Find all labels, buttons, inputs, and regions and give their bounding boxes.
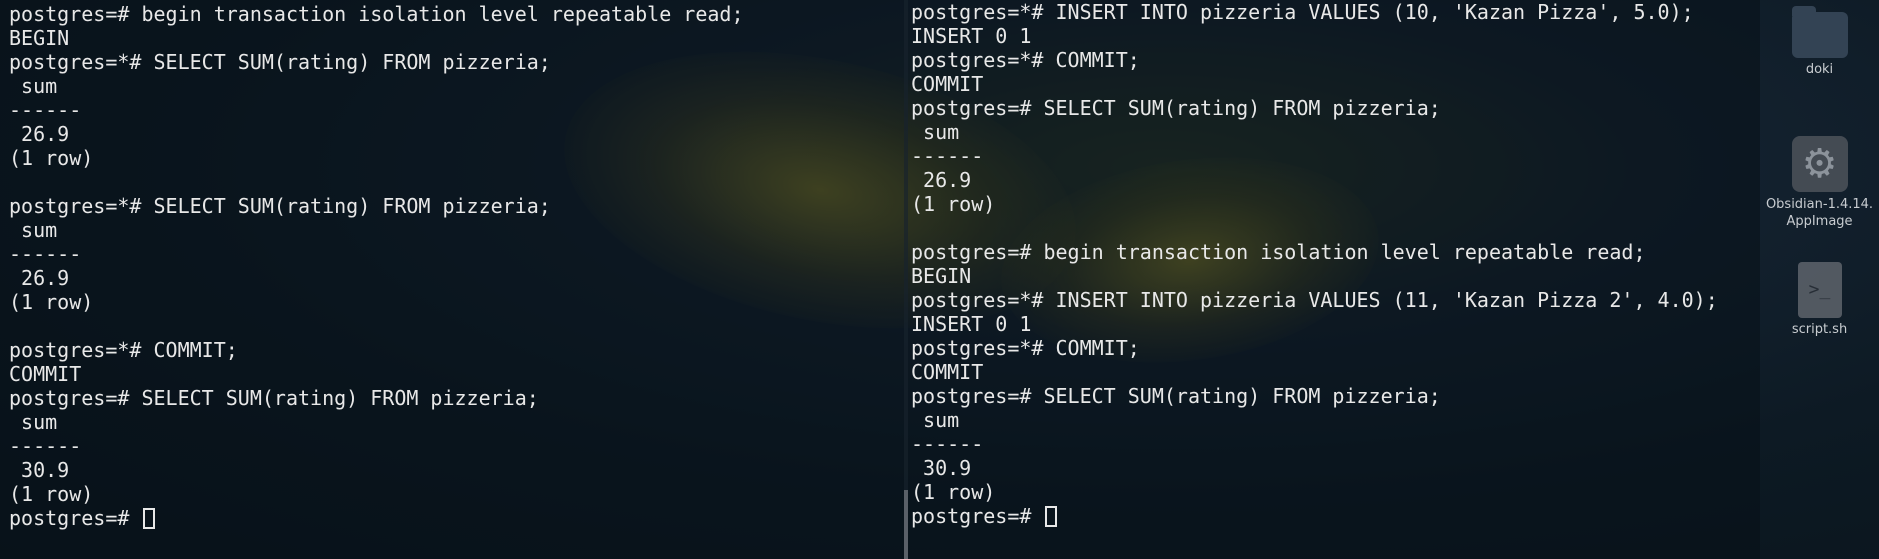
terminal-cursor-left [143, 508, 156, 529]
terminal-line: COMMIT [911, 360, 984, 384]
terminal-line: sum [9, 218, 58, 242]
terminal-line: (1 row) [9, 146, 94, 170]
script-file-icon: >_ [1797, 262, 1842, 318]
desktop-icon-label: script.sh [1791, 322, 1848, 337]
terminal-line: sum [911, 408, 960, 432]
terminal-line: postgres=# begin transaction isolation l… [9, 2, 744, 26]
terminal-pane-right[interactable]: postgres=*# INSERT INTO pizzeria VALUES … [908, 0, 1760, 559]
terminal-line: ------ [911, 432, 984, 456]
terminal-line: 30.9 [911, 456, 972, 480]
terminal-line: ------ [9, 98, 82, 122]
terminal-line: 30.9 [9, 458, 70, 482]
terminal-line: COMMIT [9, 362, 82, 386]
terminal-line: postgres=# SELECT SUM(rating) FROM pizze… [911, 96, 1441, 120]
desktop-icon-obsidian[interactable]: ⚙ Obsidian-1.4.14. AppImage [1760, 136, 1879, 230]
terminal-line: postgres=*# INSERT INTO pizzeria VALUES … [911, 288, 1718, 312]
terminal-line: postgres=# SELECT SUM(rating) FROM pizze… [911, 384, 1441, 408]
terminal-output-right: postgres=*# INSERT INTO pizzeria VALUES … [908, 0, 1760, 528]
terminal-line: sum [9, 74, 58, 98]
terminal-line: postgres=*# SELECT SUM(rating) FROM pizz… [9, 194, 551, 218]
terminal-line: BEGIN [9, 26, 70, 50]
terminal-line: ------ [9, 434, 82, 458]
terminal-line: (1 row) [9, 290, 94, 314]
terminal-line: INSERT 0 1 [911, 312, 1032, 336]
terminal-line: postgres=*# INSERT INTO pizzeria VALUES … [911, 0, 1694, 24]
terminal-pane-left[interactable]: postgres=# begin transaction isolation l… [0, 0, 904, 559]
terminal-line: sum [9, 410, 58, 434]
terminal-line: 26.9 [9, 266, 70, 290]
desktop-icon-label: Obsidian-1.4.14. AppImage [1765, 197, 1874, 229]
desktop-icon-doki[interactable]: doki [1760, 6, 1879, 77]
desktop-icon-script[interactable]: >_ script.sh [1760, 262, 1879, 337]
terminal-line: sum [911, 120, 960, 144]
terminal-line: (1 row) [9, 482, 94, 506]
terminal-line: INSERT 0 1 [911, 24, 1032, 48]
desktop-icons: doki ⚙ Obsidian-1.4.14. AppImage >_ scri… [1760, 0, 1879, 559]
desktop-icon-label: doki [1805, 62, 1834, 77]
terminal-line: ------ [911, 144, 984, 168]
terminal-line: 26.9 [9, 122, 70, 146]
terminal-prompt-left: postgres=# [9, 506, 142, 530]
terminal-line: BEGIN [911, 264, 972, 288]
terminal-line: (1 row) [911, 480, 996, 504]
terminal-line: postgres=# begin transaction isolation l… [911, 240, 1646, 264]
terminal-line: ------ [9, 242, 82, 266]
terminal-line: (1 row) [911, 192, 996, 216]
terminal-line: 26.9 [911, 168, 972, 192]
terminal-line: COMMIT [911, 72, 984, 96]
terminal-line: postgres=*# SELECT SUM(rating) FROM pizz… [9, 50, 551, 74]
terminal-output-left: postgres=# begin transaction isolation l… [0, 0, 904, 530]
gear-icon: ⚙ [1791, 136, 1848, 192]
terminal-line: postgres=# SELECT SUM(rating) FROM pizze… [9, 386, 539, 410]
terminal-line: postgres=*# COMMIT; [911, 336, 1140, 360]
terminal-prompt-right: postgres=# [911, 504, 1044, 528]
folder-icon [1791, 6, 1848, 58]
terminal-line: postgres=*# COMMIT; [911, 48, 1140, 72]
terminal-cursor-right [1045, 506, 1058, 527]
terminal-line: postgres=*# COMMIT; [9, 338, 238, 362]
